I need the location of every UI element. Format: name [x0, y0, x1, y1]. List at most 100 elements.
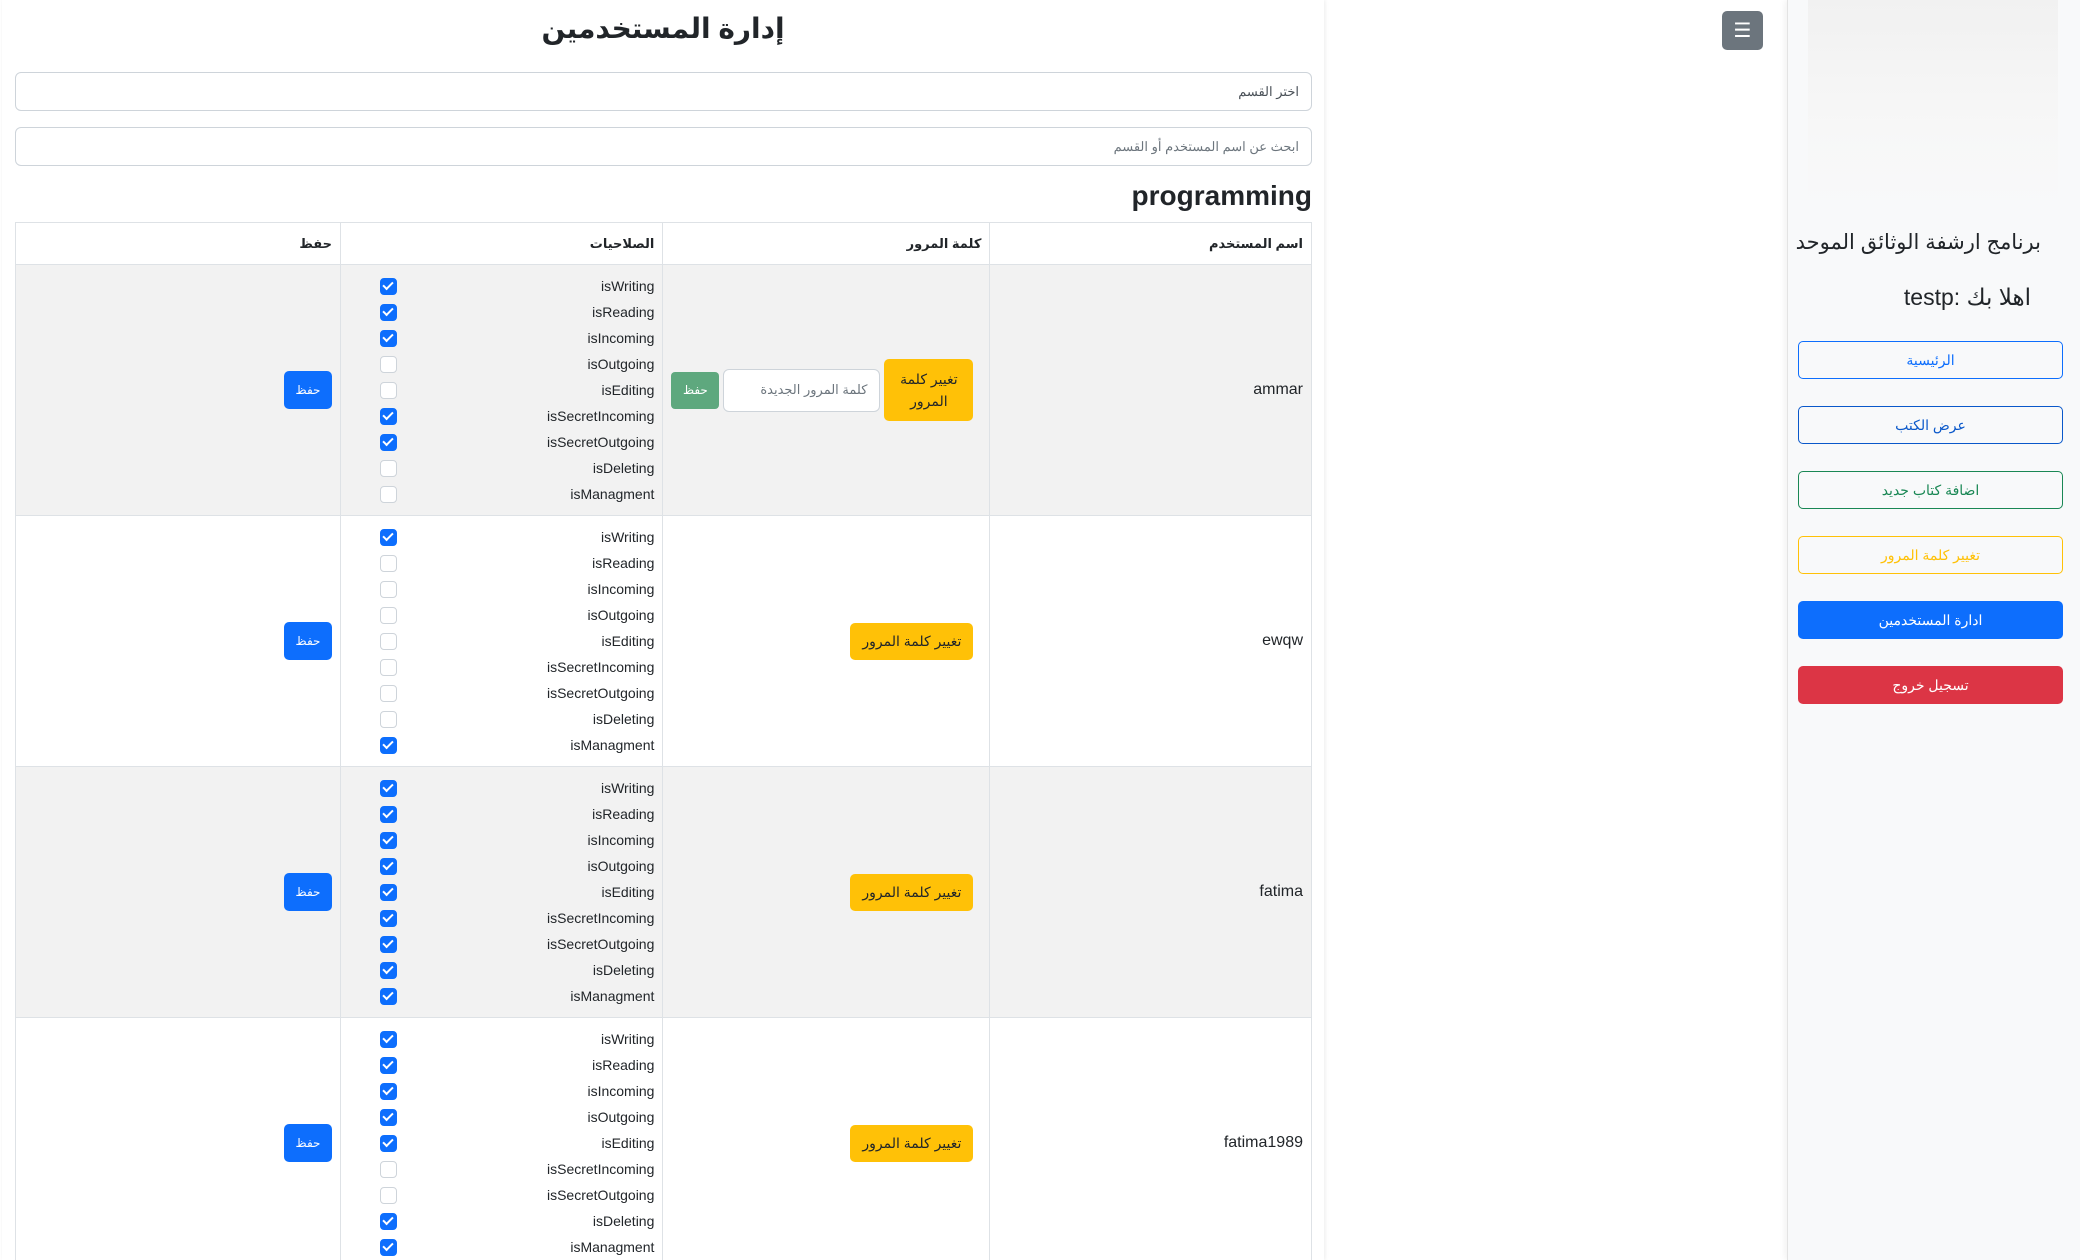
save-button[interactable]: حفظ: [283, 622, 332, 660]
permission-row: isManagment: [349, 1234, 654, 1260]
permission-label: isReading: [592, 304, 655, 320]
permission-checkbox[interactable]: [379, 831, 397, 849]
permission-checkbox[interactable]: [379, 883, 397, 901]
permission-checkbox[interactable]: [379, 658, 397, 676]
permission-checkbox[interactable]: [379, 329, 397, 347]
permission-checkbox[interactable]: [379, 1160, 397, 1178]
header-save: حفظ: [15, 222, 341, 265]
permissions-list: isWriting isReading isIncoming isOutgoing is…: [349, 273, 654, 507]
permission-checkbox[interactable]: [379, 710, 397, 728]
save-wrap: حفظ: [16, 1124, 332, 1162]
permission-checkbox[interactable]: [379, 1030, 397, 1048]
permission-checkbox[interactable]: [379, 1186, 397, 1204]
permission-checkbox[interactable]: [379, 935, 397, 953]
permission-checkbox[interactable]: [379, 554, 397, 572]
change-password-button[interactable]: تغيير كلمة المرور: [850, 622, 974, 660]
change-password-button[interactable]: تغيير كلمة المرور: [850, 873, 974, 911]
permission-checkbox[interactable]: [379, 381, 397, 399]
permissions-cell: isWriting isReading isIncoming isOutgoing is…: [339, 515, 664, 767]
permission-checkbox[interactable]: [379, 1056, 397, 1074]
permission-checkbox[interactable]: [379, 407, 397, 425]
permission-row: isOutgoing: [349, 602, 654, 628]
permission-checkbox[interactable]: [379, 961, 397, 979]
permission-checkbox[interactable]: [379, 805, 397, 823]
username-cell: ewqw: [989, 515, 1312, 767]
permission-row: isDeleting: [349, 455, 654, 481]
permission-label: isEditing: [601, 382, 655, 398]
nav-manage-users-button[interactable]: ادارة المستخدمين: [1798, 601, 2063, 639]
nav-logout-button[interactable]: تسجيل خروج: [1798, 666, 2063, 704]
permission-checkbox[interactable]: [379, 1108, 397, 1126]
hamburger-icon: ☰: [1733, 20, 1752, 42]
permission-checkbox[interactable]: [379, 632, 397, 650]
sidebar: برنامج ارشفة الوثائق الموحد اهلا بك :tes…: [1787, 0, 2080, 1260]
permission-checkbox[interactable]: [379, 1212, 397, 1230]
permission-checkbox[interactable]: [379, 684, 397, 702]
permissions-list: isWriting isReading isIncoming isOutgoing is…: [349, 1026, 654, 1260]
permission-label: isWriting: [600, 278, 655, 294]
permission-label: isIncoming: [587, 581, 655, 597]
permissions-list: isWriting isReading isIncoming isOutgoing is…: [349, 524, 654, 758]
permission-label: isEditing: [601, 633, 655, 649]
permission-label: isOutgoing: [587, 607, 655, 623]
permission-row: isIncoming: [349, 325, 654, 351]
permission-row: isWriting: [349, 524, 654, 550]
permission-checkbox[interactable]: [379, 779, 397, 797]
permission-label: isSecretIncoming: [547, 910, 655, 926]
nav-home-button[interactable]: الرئيسية: [1798, 341, 2063, 379]
permission-label: isReading: [592, 806, 655, 822]
search-input[interactable]: ابحث عن اسم المستخدم أو القسم: [15, 127, 1312, 166]
nav-add-book-button[interactable]: اضافة كتاب جديد: [1798, 471, 2063, 509]
save-button[interactable]: حفظ: [283, 1124, 332, 1162]
permission-label: isIncoming: [587, 330, 655, 346]
save-button[interactable]: حفظ: [283, 371, 332, 409]
permission-row: isIncoming: [349, 576, 654, 602]
permission-label: isSecretIncoming: [547, 1161, 655, 1177]
permission-checkbox[interactable]: [379, 485, 397, 503]
permission-label: isSecretOutgoing: [546, 434, 655, 450]
password-cell: تغيير كلمة المرور كلمة المرور الجديدة حفظ: [662, 264, 991, 516]
permission-checkbox[interactable]: [379, 736, 397, 754]
menu-toggle-button[interactable]: ☰: [1722, 11, 1763, 50]
permission-checkbox[interactable]: [379, 580, 397, 598]
change-password-button[interactable]: تغيير كلمة المرور: [850, 1124, 974, 1162]
permission-row: isWriting: [349, 775, 654, 801]
permission-checkbox[interactable]: [379, 606, 397, 624]
permission-row: isEditing: [349, 879, 654, 905]
permission-row: isSecretIncoming: [349, 1156, 654, 1182]
permission-row: isDeleting: [349, 706, 654, 732]
permission-checkbox[interactable]: [379, 303, 397, 321]
change-password-button[interactable]: تغيير كلمة المرور: [884, 359, 974, 421]
permission-checkbox[interactable]: [379, 1238, 397, 1256]
permission-row: isReading: [349, 801, 654, 827]
table-row: fatima تغيير كلمة المرور isWriting isReadin…: [15, 766, 1312, 1018]
permission-checkbox[interactable]: [379, 857, 397, 875]
permission-row: isOutgoing: [349, 351, 654, 377]
save-cell: حفظ: [15, 264, 341, 516]
nav-change-password-button[interactable]: تغيير كلمة المرور: [1798, 536, 2063, 574]
permission-checkbox[interactable]: [379, 1134, 397, 1152]
permission-checkbox[interactable]: [379, 909, 397, 927]
password-save-button[interactable]: حفظ: [671, 371, 720, 409]
permission-checkbox[interactable]: [379, 459, 397, 477]
permission-checkbox[interactable]: [379, 1082, 397, 1100]
permission-label: isIncoming: [587, 832, 655, 848]
permission-row: isManagment: [349, 983, 654, 1009]
permission-checkbox[interactable]: [379, 987, 397, 1005]
save-wrap: حفظ: [16, 622, 332, 660]
permission-label: isReading: [592, 1057, 655, 1073]
permission-label: isWriting: [600, 529, 655, 545]
table-body: ammar تغيير كلمة المرور كلمة المرور الجديد…: [15, 264, 1312, 1260]
permission-checkbox[interactable]: [379, 355, 397, 373]
permission-checkbox[interactable]: [379, 528, 397, 546]
save-button[interactable]: حفظ: [283, 873, 332, 911]
nav-books-button[interactable]: عرض الكتب: [1798, 406, 2063, 444]
permission-row: isSecretOutgoing: [349, 1182, 654, 1208]
department-select[interactable]: اختر القسم: [15, 72, 1312, 111]
permission-checkbox[interactable]: [379, 433, 397, 451]
save-wrap: حفظ: [16, 873, 332, 911]
permission-checkbox[interactable]: [379, 277, 397, 295]
new-password-input[interactable]: كلمة المرور الجديدة: [723, 368, 881, 412]
permission-label: isReading: [592, 555, 655, 571]
permission-row: isIncoming: [349, 827, 654, 853]
